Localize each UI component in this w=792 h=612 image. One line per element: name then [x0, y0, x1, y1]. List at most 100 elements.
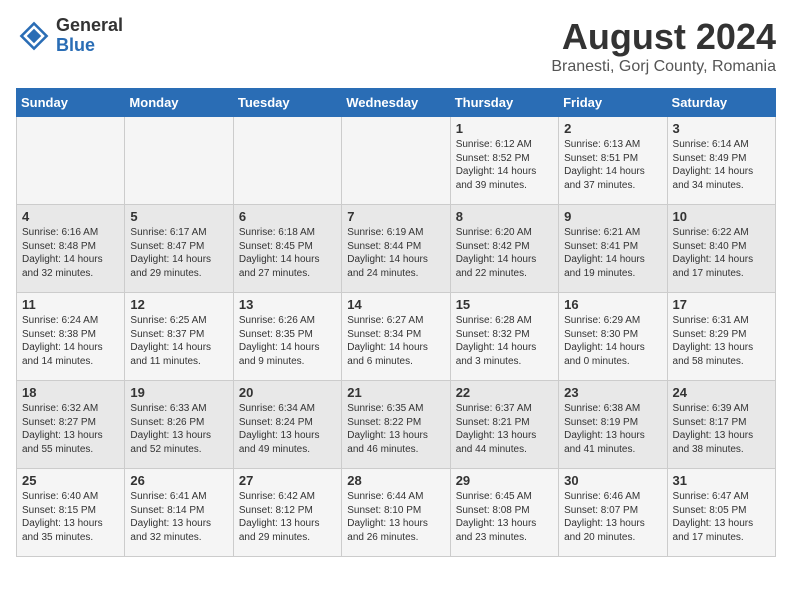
- day-cell: [125, 117, 233, 205]
- col-header-friday: Friday: [559, 89, 667, 117]
- day-number: 9: [564, 209, 661, 224]
- day-number: 31: [673, 473, 770, 488]
- day-number: 16: [564, 297, 661, 312]
- day-number: 14: [347, 297, 444, 312]
- day-cell: 20 Sunrise: 6:34 AM Sunset: 8:24 PM Dayli…: [233, 381, 341, 469]
- day-info: Sunrise: 6:41 AM Sunset: 8:14 PM Dayligh…: [130, 490, 227, 544]
- day-cell: 26 Sunrise: 6:41 AM Sunset: 8:14 PM Dayli…: [125, 469, 233, 557]
- day-number: 2: [564, 121, 661, 136]
- day-cell: [17, 117, 125, 205]
- day-cell: 16Sunrise: 6:29 AM Sunset: 8:30 PM Dayli…: [559, 293, 667, 381]
- header-row: SundayMondayTuesdayWednesdayThursdayFrid…: [17, 89, 776, 117]
- day-number: 25: [22, 473, 119, 488]
- day-cell: 17Sunrise: 6:31 AM Sunset: 8:29 PM Dayli…: [667, 293, 775, 381]
- day-cell: 23 Sunrise: 6:38 AM Sunset: 8:19 PM Dayli…: [559, 381, 667, 469]
- day-number: 29: [456, 473, 553, 488]
- calendar-table: SundayMondayTuesdayWednesdayThursdayFrid…: [16, 88, 776, 557]
- day-number: 27: [239, 473, 336, 488]
- day-cell: 19 Sunrise: 6:33 AM Sunset: 8:26 PM Dayli…: [125, 381, 233, 469]
- day-info: Sunrise: 6:44 AM Sunset: 8:10 PM Dayligh…: [347, 490, 444, 544]
- day-cell: 18Sunrise: 6:32 AM Sunset: 8:27 PM Dayli…: [17, 381, 125, 469]
- title-block: August 2024 Branesti, Gorj County, Roman…: [551, 16, 776, 76]
- col-header-thursday: Thursday: [450, 89, 558, 117]
- day-number: 23: [564, 385, 661, 400]
- day-cell: 12Sunrise: 6:25 AM Sunset: 8:37 PM Dayli…: [125, 293, 233, 381]
- week-row-4: 18Sunrise: 6:32 AM Sunset: 8:27 PM Dayli…: [17, 381, 776, 469]
- day-cell: 6Sunrise: 6:18 AM Sunset: 8:45 PM Daylig…: [233, 205, 341, 293]
- location-subtitle: Branesti, Gorj County, Romania: [551, 58, 776, 76]
- day-number: 18: [22, 385, 119, 400]
- col-header-saturday: Saturday: [667, 89, 775, 117]
- day-cell: 1Sunrise: 6:12 AM Sunset: 8:52 PM Daylig…: [450, 117, 558, 205]
- day-info: Sunrise: 6:45 AM Sunset: 8:08 PM Dayligh…: [456, 490, 553, 544]
- day-cell: 2Sunrise: 6:13 AM Sunset: 8:51 PM Daylig…: [559, 117, 667, 205]
- day-info: Sunrise: 6:17 AM Sunset: 8:47 PM Dayligh…: [130, 226, 227, 280]
- col-header-wednesday: Wednesday: [342, 89, 450, 117]
- day-number: 13: [239, 297, 336, 312]
- month-title: August 2024: [551, 16, 776, 58]
- day-cell: 29 Sunrise: 6:45 AM Sunset: 8:08 PM Dayli…: [450, 469, 558, 557]
- day-number: 19: [130, 385, 227, 400]
- day-cell: 31 Sunrise: 6:47 AM Sunset: 8:05 PM Dayli…: [667, 469, 775, 557]
- day-cell: 28 Sunrise: 6:44 AM Sunset: 8:10 PM Dayli…: [342, 469, 450, 557]
- day-cell: 24 Sunrise: 6:39 AM Sunset: 8:17 PM Dayli…: [667, 381, 775, 469]
- logo-general: General: [56, 16, 123, 36]
- day-info: Sunrise: 6:39 AM Sunset: 8:17 PM Dayligh…: [673, 402, 770, 456]
- week-row-2: 4 Sunrise: 6:16 AM Sunset: 8:48 PM Daylig…: [17, 205, 776, 293]
- day-number: 26: [130, 473, 227, 488]
- day-info: Sunrise: 6:25 AM Sunset: 8:37 PM Dayligh…: [130, 314, 227, 368]
- day-cell: 4 Sunrise: 6:16 AM Sunset: 8:48 PM Daylig…: [17, 205, 125, 293]
- day-info: Sunrise: 6:14 AM Sunset: 8:49 PM Dayligh…: [673, 138, 770, 192]
- day-cell: 3 Sunrise: 6:14 AM Sunset: 8:49 PM Daylig…: [667, 117, 775, 205]
- day-cell: 9 Sunrise: 6:21 AM Sunset: 8:41 PM Daylig…: [559, 205, 667, 293]
- day-number: 15: [456, 297, 553, 312]
- day-info: Sunrise: 6:24 AM Sunset: 8:38 PM Dayligh…: [22, 314, 119, 368]
- day-number: 7: [347, 209, 444, 224]
- day-info: Sunrise: 6:19 AM Sunset: 8:44 PM Dayligh…: [347, 226, 444, 280]
- day-cell: 14Sunrise: 6:27 AM Sunset: 8:34 PM Dayli…: [342, 293, 450, 381]
- logo-text: General Blue: [56, 16, 123, 56]
- week-row-1: 1Sunrise: 6:12 AM Sunset: 8:52 PM Daylig…: [17, 117, 776, 205]
- day-info: Sunrise: 6:38 AM Sunset: 8:19 PM Dayligh…: [564, 402, 661, 456]
- logo-icon: [16, 18, 52, 54]
- day-info: Sunrise: 6:22 AM Sunset: 8:40 PM Dayligh…: [673, 226, 770, 280]
- day-number: 6: [239, 209, 336, 224]
- day-number: 5: [130, 209, 227, 224]
- day-info: Sunrise: 6:28 AM Sunset: 8:32 PM Dayligh…: [456, 314, 553, 368]
- col-header-sunday: Sunday: [17, 89, 125, 117]
- day-cell: 10Sunrise: 6:22 AM Sunset: 8:40 PM Dayli…: [667, 205, 775, 293]
- day-number: 4: [22, 209, 119, 224]
- day-cell: 21Sunrise: 6:35 AM Sunset: 8:22 PM Dayli…: [342, 381, 450, 469]
- day-cell: 5 Sunrise: 6:17 AM Sunset: 8:47 PM Daylig…: [125, 205, 233, 293]
- day-number: 22: [456, 385, 553, 400]
- day-number: 30: [564, 473, 661, 488]
- day-cell: 11 Sunrise: 6:24 AM Sunset: 8:38 PM Dayli…: [17, 293, 125, 381]
- day-number: 28: [347, 473, 444, 488]
- day-info: Sunrise: 6:46 AM Sunset: 8:07 PM Dayligh…: [564, 490, 661, 544]
- logo-blue: Blue: [56, 36, 123, 56]
- day-cell: 7 Sunrise: 6:19 AM Sunset: 8:44 PM Daylig…: [342, 205, 450, 293]
- week-row-3: 11 Sunrise: 6:24 AM Sunset: 8:38 PM Dayli…: [17, 293, 776, 381]
- day-number: 11: [22, 297, 119, 312]
- day-info: Sunrise: 6:33 AM Sunset: 8:26 PM Dayligh…: [130, 402, 227, 456]
- day-cell: 30 Sunrise: 6:46 AM Sunset: 8:07 PM Dayli…: [559, 469, 667, 557]
- day-cell: 22Sunrise: 6:37 AM Sunset: 8:21 PM Dayli…: [450, 381, 558, 469]
- day-info: Sunrise: 6:40 AM Sunset: 8:15 PM Dayligh…: [22, 490, 119, 544]
- day-cell: 8 Sunrise: 6:20 AM Sunset: 8:42 PM Daylig…: [450, 205, 558, 293]
- day-info: Sunrise: 6:31 AM Sunset: 8:29 PM Dayligh…: [673, 314, 770, 368]
- day-cell: 15 Sunrise: 6:28 AM Sunset: 8:32 PM Dayli…: [450, 293, 558, 381]
- day-info: Sunrise: 6:21 AM Sunset: 8:41 PM Dayligh…: [564, 226, 661, 280]
- day-cell: 13Sunrise: 6:26 AM Sunset: 8:35 PM Dayli…: [233, 293, 341, 381]
- week-row-5: 25 Sunrise: 6:40 AM Sunset: 8:15 PM Dayli…: [17, 469, 776, 557]
- day-number: 21: [347, 385, 444, 400]
- day-info: Sunrise: 6:47 AM Sunset: 8:05 PM Dayligh…: [673, 490, 770, 544]
- day-info: Sunrise: 6:16 AM Sunset: 8:48 PM Dayligh…: [22, 226, 119, 280]
- day-number: 8: [456, 209, 553, 224]
- day-cell: 25 Sunrise: 6:40 AM Sunset: 8:15 PM Dayli…: [17, 469, 125, 557]
- day-cell: 27Sunrise: 6:42 AM Sunset: 8:12 PM Dayli…: [233, 469, 341, 557]
- day-number: 24: [673, 385, 770, 400]
- day-number: 20: [239, 385, 336, 400]
- day-number: 3: [673, 121, 770, 136]
- day-info: Sunrise: 6:20 AM Sunset: 8:42 PM Dayligh…: [456, 226, 553, 280]
- day-info: Sunrise: 6:34 AM Sunset: 8:24 PM Dayligh…: [239, 402, 336, 456]
